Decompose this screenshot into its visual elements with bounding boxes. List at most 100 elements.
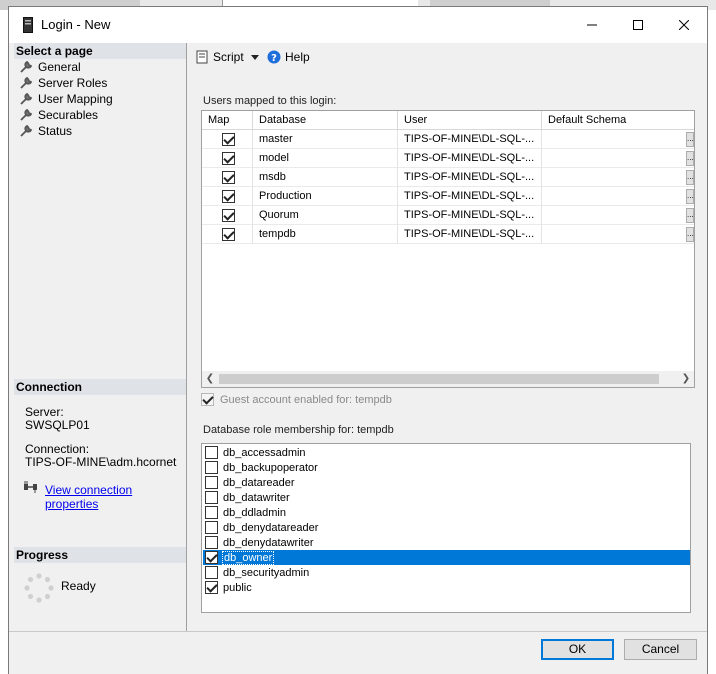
- user-cell[interactable]: TIPS-OF-MINE\DL-SQL-...: [398, 130, 542, 149]
- role-checkbox[interactable]: [205, 476, 218, 489]
- script-dropdown-icon[interactable]: [251, 55, 259, 61]
- table-row[interactable]: tempdb TIPS-OF-MINE\DL-SQL-......: [202, 225, 694, 244]
- select-page-header: Select a page: [14, 43, 186, 59]
- database-cell[interactable]: tempdb: [253, 225, 398, 244]
- role-item[interactable]: db_ddladmin: [203, 505, 690, 520]
- table-row[interactable]: Production TIPS-OF-MINE\DL-SQL-......: [202, 187, 694, 206]
- column-header-default-schema[interactable]: Default Schema: [542, 111, 694, 130]
- database-cell[interactable]: msdb: [253, 168, 398, 187]
- connection-properties-icon: [24, 481, 37, 493]
- page-general[interactable]: General: [19, 59, 81, 75]
- column-header-database[interactable]: Database: [253, 111, 398, 130]
- role-item[interactable]: public: [203, 580, 690, 595]
- wrench-icon: [20, 124, 33, 137]
- default-schema-cell[interactable]: ...: [542, 168, 694, 187]
- script-button[interactable]: Script: [195, 50, 244, 64]
- connection-value: TIPS-OF-MINE\adm.hcornet: [25, 455, 177, 469]
- horizontal-scrollbar[interactable]: ❮ ❯: [202, 371, 694, 387]
- database-cell[interactable]: Production: [253, 187, 398, 206]
- page-securables[interactable]: Securables: [19, 107, 98, 123]
- browse-schema-button[interactable]: ...: [686, 227, 694, 242]
- database-cell[interactable]: Quorum: [253, 206, 398, 225]
- ok-button[interactable]: OK: [541, 639, 614, 660]
- cancel-button[interactable]: Cancel: [624, 639, 697, 660]
- page-user-mapping[interactable]: User Mapping: [19, 91, 113, 107]
- map-cell: [202, 225, 253, 244]
- default-schema-cell[interactable]: ...: [542, 187, 694, 206]
- map-checkbox[interactable]: [222, 190, 235, 203]
- column-header-user[interactable]: User: [398, 111, 542, 130]
- role-item[interactable]: db_denydatawriter: [203, 535, 690, 550]
- scroll-right-icon[interactable]: ❯: [678, 371, 694, 387]
- role-checkbox[interactable]: [205, 491, 218, 504]
- role-item[interactable]: db_datareader: [203, 475, 690, 490]
- guest-account-option[interactable]: Guest account enabled for: tempdb: [201, 393, 392, 406]
- map-checkbox[interactable]: [222, 171, 235, 184]
- database-cell[interactable]: master: [253, 130, 398, 149]
- role-membership-label: Database role membership for: tempdb: [203, 424, 394, 436]
- role-checkbox[interactable]: [205, 461, 218, 474]
- user-cell[interactable]: TIPS-OF-MINE\DL-SQL-...: [398, 168, 542, 187]
- role-item[interactable]: db_owner: [203, 550, 690, 565]
- role-checkbox[interactable]: [205, 536, 218, 549]
- default-schema-cell[interactable]: ...: [542, 130, 694, 149]
- browse-schema-button[interactable]: ...: [686, 208, 694, 223]
- role-label: db_denydatareader: [223, 521, 319, 534]
- default-schema-cell[interactable]: ...: [542, 206, 694, 225]
- browse-schema-button[interactable]: ...: [686, 132, 694, 147]
- role-label: db_accessadmin: [223, 446, 306, 459]
- role-checkbox[interactable]: [205, 566, 218, 579]
- map-checkbox[interactable]: [222, 133, 235, 146]
- users-mapped-grid: Map Database User Default Schema master T…: [201, 110, 695, 388]
- role-checkbox[interactable]: [205, 521, 218, 534]
- help-button[interactable]: ? Help: [267, 50, 310, 64]
- progress-header: Progress: [14, 547, 186, 563]
- maximize-icon: [633, 20, 643, 30]
- user-cell[interactable]: TIPS-OF-MINE\DL-SQL-...: [398, 187, 542, 206]
- scrollbar-thumb[interactable]: [219, 374, 659, 384]
- guest-account-checkbox[interactable]: [201, 393, 214, 406]
- role-checkbox[interactable]: [205, 506, 218, 519]
- column-header-map[interactable]: Map: [202, 111, 253, 130]
- role-checkbox[interactable]: [205, 446, 218, 459]
- server-value: SWSQLP01: [25, 418, 90, 432]
- default-schema-cell[interactable]: ...: [542, 149, 694, 168]
- default-schema-cell[interactable]: ...: [542, 225, 694, 244]
- close-icon: [679, 20, 689, 30]
- close-button[interactable]: [661, 7, 707, 43]
- user-cell[interactable]: TIPS-OF-MINE\DL-SQL-...: [398, 206, 542, 225]
- page-status[interactable]: Status: [19, 123, 72, 139]
- role-checkbox[interactable]: [205, 581, 218, 594]
- map-checkbox[interactable]: [222, 152, 235, 165]
- role-item[interactable]: db_datawriter: [203, 490, 690, 505]
- role-checkbox[interactable]: [205, 551, 218, 564]
- role-label: db_ddladmin: [223, 506, 286, 519]
- minimize-button[interactable]: [569, 7, 615, 43]
- role-item[interactable]: db_backupoperator: [203, 460, 690, 475]
- window-title: Login - New: [41, 17, 111, 32]
- table-row[interactable]: Quorum TIPS-OF-MINE\DL-SQL-......: [202, 206, 694, 225]
- page-server-roles[interactable]: Server Roles: [19, 75, 107, 91]
- maximize-button[interactable]: [615, 7, 661, 43]
- role-item[interactable]: db_denydatareader: [203, 520, 690, 535]
- left-pane: Select a page General Server Roles User …: [9, 43, 187, 631]
- role-item[interactable]: db_accessadmin: [203, 445, 690, 460]
- table-row[interactable]: model TIPS-OF-MINE\DL-SQL-......: [202, 149, 694, 168]
- script-label: Script: [213, 50, 244, 64]
- role-item[interactable]: db_securityadmin: [203, 565, 690, 580]
- user-cell[interactable]: TIPS-OF-MINE\DL-SQL-...: [398, 149, 542, 168]
- browse-schema-button[interactable]: ...: [686, 189, 694, 204]
- database-cell[interactable]: model: [253, 149, 398, 168]
- map-checkbox[interactable]: [222, 209, 235, 222]
- wrench-icon: [20, 92, 33, 105]
- wrench-icon: [20, 60, 33, 73]
- map-checkbox[interactable]: [222, 228, 235, 241]
- map-cell: [202, 187, 253, 206]
- browse-schema-button[interactable]: ...: [686, 170, 694, 185]
- view-connection-properties-link[interactable]: View connection properties: [45, 483, 186, 511]
- table-row[interactable]: master TIPS-OF-MINE\DL-SQL-......: [202, 130, 694, 149]
- table-row[interactable]: msdb TIPS-OF-MINE\DL-SQL-......: [202, 168, 694, 187]
- browse-schema-button[interactable]: ...: [686, 151, 694, 166]
- scroll-left-icon[interactable]: ❮: [202, 371, 218, 387]
- user-cell[interactable]: TIPS-OF-MINE\DL-SQL-...: [398, 225, 542, 244]
